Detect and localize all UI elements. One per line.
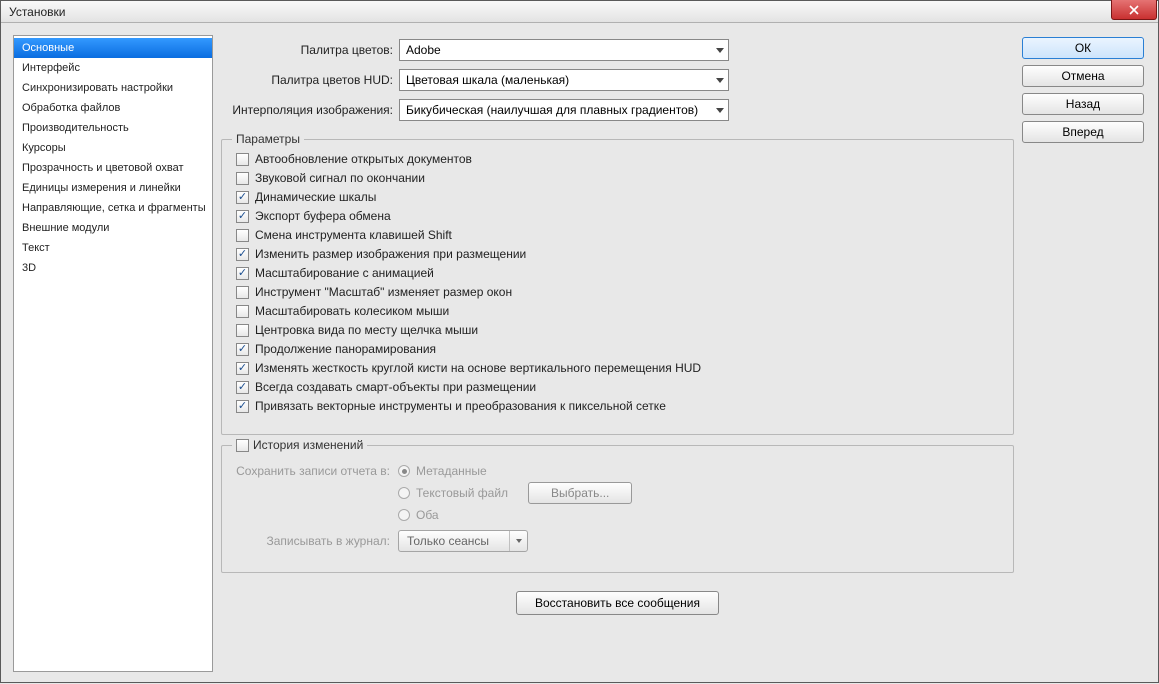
top-settings: Палитра цветов: Adobe Палитра цветов HUD… — [221, 35, 1014, 139]
chevron-down-icon — [716, 48, 724, 53]
option-row: Инструмент "Масштаб" изменяет размер око… — [236, 285, 999, 299]
sidebar-item-3d[interactable]: 3D — [14, 258, 212, 278]
preferences-window: Установки Основные Интерфейс Синхронизир… — [0, 0, 1159, 683]
option-checkbox[interactable] — [236, 229, 249, 242]
sidebar-item-type[interactable]: Текст — [14, 238, 212, 258]
option-label: Звуковой сигнал по окончании — [255, 171, 425, 185]
dialog-buttons: ОК Отмена Назад Вперед — [1022, 35, 1146, 672]
option-checkbox[interactable] — [236, 248, 249, 261]
option-row: Всегда создавать смарт-объекты при разме… — [236, 380, 999, 394]
choose-file-button: Выбрать... — [528, 482, 632, 504]
main-panel: Палитра цветов: Adobe Палитра цветов HUD… — [221, 35, 1014, 672]
sidebar-item-transparency[interactable]: Прозрачность и цветовой охват — [14, 158, 212, 178]
prev-button[interactable]: Назад — [1022, 93, 1144, 115]
options-fieldset: Параметры Автообновление открытых докуме… — [221, 139, 1014, 435]
option-checkbox[interactable] — [236, 381, 249, 394]
restore-dialogs-button[interactable]: Восстановить все сообщения — [516, 591, 719, 615]
hud-picker-label: Палитра цветов HUD: — [221, 73, 399, 87]
sidebar-item-general[interactable]: Основные — [14, 38, 212, 58]
option-checkbox[interactable] — [236, 286, 249, 299]
options-legend: Параметры — [232, 132, 304, 146]
history-save-radios: Метаданные Текстовый файл Выбрать... Оба — [398, 464, 632, 522]
sidebar-item-interface[interactable]: Интерфейс — [14, 58, 212, 78]
window-title: Установки — [1, 5, 65, 19]
option-row: Звуковой сигнал по окончании — [236, 171, 999, 185]
color-picker-combo[interactable]: Adobe — [399, 39, 729, 61]
option-checkbox[interactable] — [236, 305, 249, 318]
radio-both[interactable] — [398, 509, 410, 521]
history-fieldset: История изменений Сохранить записи отчет… — [221, 445, 1014, 573]
journal-combo[interactable]: Только сеансы — [398, 530, 528, 552]
option-checkbox[interactable] — [236, 324, 249, 337]
options-list: Автообновление открытых документов Звуков… — [236, 152, 999, 413]
option-label: Экспорт буфера обмена — [255, 209, 391, 223]
history-legend: История изменений — [232, 438, 367, 452]
option-label: Масштабировать колесиком мыши — [255, 304, 449, 318]
option-checkbox[interactable] — [236, 362, 249, 375]
option-row: Масштабирование с анимацией — [236, 266, 999, 280]
option-row: Масштабировать колесиком мыши — [236, 304, 999, 318]
option-row: Изменить размер изображения при размещен… — [236, 247, 999, 261]
sidebar-item-cursors[interactable]: Курсоры — [14, 138, 212, 158]
sidebar-item-units[interactable]: Единицы измерения и линейки — [14, 178, 212, 198]
interpolation-label: Интерполяция изображения: — [221, 103, 399, 117]
option-row: Динамические шкалы — [236, 190, 999, 204]
option-label: Динамические шкалы — [255, 190, 376, 204]
interpolation-combo[interactable]: Бикубическая (наилучшая для плавных град… — [399, 99, 729, 121]
option-label: Изменять жесткость круглой кисти на осно… — [255, 361, 701, 375]
option-label: Центровка вида по месту щелчка мыши — [255, 323, 478, 337]
close-icon — [1129, 5, 1139, 15]
option-row: Центровка вида по месту щелчка мыши — [236, 323, 999, 337]
hud-picker-combo[interactable]: Цветовая шкала (маленькая) — [399, 69, 729, 91]
option-row: Экспорт буфера обмена — [236, 209, 999, 223]
option-label: Всегда создавать смарт-объекты при разме… — [255, 380, 536, 394]
chevron-down-icon — [716, 108, 724, 113]
option-checkbox[interactable] — [236, 400, 249, 413]
option-row: Привязать векторные инструменты и преобр… — [236, 399, 999, 413]
sidebar-item-plugins[interactable]: Внешние модули — [14, 218, 212, 238]
radio-textfile[interactable] — [398, 487, 410, 499]
sidebar-item-sync[interactable]: Синхронизировать настройки — [14, 78, 212, 98]
chevron-down-icon — [516, 539, 522, 543]
close-button[interactable] — [1111, 0, 1157, 20]
option-label: Привязать векторные инструменты и преобр… — [255, 399, 666, 413]
option-label: Автообновление открытых документов — [255, 152, 472, 166]
option-row: Автообновление открытых документов — [236, 152, 999, 166]
option-checkbox[interactable] — [236, 267, 249, 280]
option-label: Инструмент "Масштаб" изменяет размер око… — [255, 285, 512, 299]
option-checkbox[interactable] — [236, 172, 249, 185]
sidebar-item-file-handling[interactable]: Обработка файлов — [14, 98, 212, 118]
radio-metadata[interactable] — [398, 465, 410, 477]
color-picker-label: Палитра цветов: — [221, 43, 399, 57]
category-sidebar: Основные Интерфейс Синхронизировать наст… — [13, 35, 213, 672]
option-row: Продолжение панорамирования — [236, 342, 999, 356]
ok-button[interactable]: ОК — [1022, 37, 1144, 59]
sidebar-item-guides[interactable]: Направляющие, сетка и фрагменты — [14, 198, 212, 218]
cancel-button[interactable]: Отмена — [1022, 65, 1144, 87]
option-row: Смена инструмента клавишей Shift — [236, 228, 999, 242]
sidebar-item-performance[interactable]: Производительность — [14, 118, 212, 138]
option-label: Изменить размер изображения при размещен… — [255, 247, 526, 261]
next-button[interactable]: Вперед — [1022, 121, 1144, 143]
option-checkbox[interactable] — [236, 191, 249, 204]
option-checkbox[interactable] — [236, 210, 249, 223]
content-area: Основные Интерфейс Синхронизировать наст… — [1, 23, 1158, 684]
option-label: Масштабирование с анимацией — [255, 266, 434, 280]
history-save-label: Сохранить записи отчета в: — [236, 464, 398, 478]
option-row: Изменять жесткость круглой кисти на осно… — [236, 361, 999, 375]
option-checkbox[interactable] — [236, 153, 249, 166]
journal-label: Записывать в журнал: — [236, 534, 398, 548]
option-label: Продолжение панорамирования — [255, 342, 436, 356]
titlebar[interactable]: Установки — [1, 1, 1158, 23]
option-checkbox[interactable] — [236, 343, 249, 356]
history-log-checkbox[interactable] — [236, 439, 249, 452]
option-label: Смена инструмента клавишей Shift — [255, 228, 452, 242]
chevron-down-icon — [716, 78, 724, 83]
